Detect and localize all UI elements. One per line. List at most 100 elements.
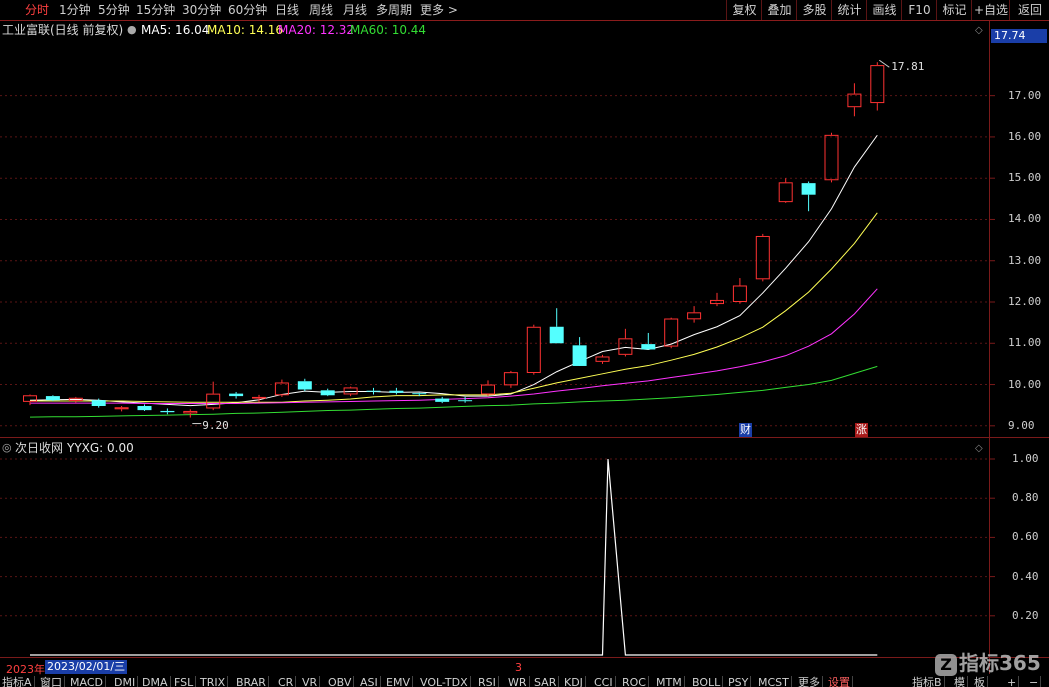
candle-body xyxy=(618,338,633,355)
candle xyxy=(137,404,152,411)
candle xyxy=(366,387,381,395)
sub-settings-icon[interactable]: ◎ xyxy=(2,439,12,457)
indicator-tab[interactable]: MACD xyxy=(68,676,106,687)
indicator-tabbar: 指标A 窗口 MACD DMI DMA FSL TRIX BRAR CR VR OBV ASI EMV V… xyxy=(0,676,1049,687)
candle xyxy=(503,370,518,388)
price-tick-label: 10.00 xyxy=(1008,377,1042,391)
watermark-logo-icon: Z xyxy=(935,653,957,676)
candle xyxy=(710,292,724,307)
candle xyxy=(870,62,885,111)
indicator-tab[interactable]: PSY xyxy=(726,676,752,687)
candle-body xyxy=(732,285,747,303)
candle xyxy=(114,406,129,412)
month-label: 3 xyxy=(515,661,522,674)
candle-body xyxy=(801,183,816,195)
indicator-value: YYXG: 0.00 xyxy=(67,441,134,455)
price-tick-label: 12.00 xyxy=(1008,295,1042,308)
diamond-icon[interactable]: ◇ xyxy=(975,440,983,458)
indicator-tab[interactable]: VOL-TDX xyxy=(418,676,471,687)
indicator-tab[interactable]: ROC xyxy=(620,676,649,687)
candle xyxy=(847,83,862,117)
indicator-tab[interactable]: EMV xyxy=(384,676,413,687)
candle-body xyxy=(549,326,564,344)
candle-body xyxy=(778,182,793,203)
price-tick-label: 13.00 xyxy=(1008,253,1042,267)
indicator-tab[interactable]: KDJ xyxy=(562,676,586,687)
indicator-tab[interactable]: 更多 xyxy=(796,676,823,687)
candle xyxy=(595,354,610,364)
price-axis-border xyxy=(989,21,990,674)
candle-body xyxy=(572,345,587,366)
price-tick-label: 15.00 xyxy=(1008,171,1042,185)
indicator-tab[interactable]: 模 xyxy=(952,676,968,687)
indicator-tab[interactable]: SAR xyxy=(532,676,560,687)
candle xyxy=(274,379,289,397)
indicator-tab[interactable]: WR xyxy=(506,676,530,687)
candle xyxy=(618,328,633,357)
candle-body xyxy=(412,393,427,395)
indicator-tick-label: 1.00 xyxy=(1012,452,1039,465)
limit-up-marker[interactable]: 涨 xyxy=(855,423,868,437)
indicator-tab[interactable]: CR xyxy=(276,676,297,687)
current-price-badge: 17.74 xyxy=(991,29,1047,43)
candle xyxy=(183,409,198,418)
candle xyxy=(572,337,587,366)
indicator-tab[interactable]: 窗口 xyxy=(38,676,65,687)
candle xyxy=(778,178,793,203)
indicator-tab[interactable]: ASI xyxy=(358,676,381,687)
indicator-tick-label: 0.60 xyxy=(1012,530,1039,544)
indicator-tab[interactable]: DMA xyxy=(140,676,171,687)
indicator-tab[interactable]: CCI xyxy=(592,676,616,687)
candle-body xyxy=(595,356,610,362)
candle xyxy=(481,380,495,397)
diamond-icon[interactable]: ◇ xyxy=(975,22,983,40)
indicator-tick-label: 0.80 xyxy=(1012,491,1039,505)
indicator-tab[interactable]: VR xyxy=(300,676,321,687)
ma60-line xyxy=(29,365,878,418)
indicator-tick-label: 0.20 xyxy=(1012,608,1039,622)
candle-body xyxy=(481,384,495,395)
candle-body xyxy=(252,396,266,399)
price-tick-label: 11.00 xyxy=(1008,336,1042,350)
indicator-tab[interactable]: 指标B xyxy=(910,676,945,687)
finance-marker[interactable]: 财 xyxy=(739,423,752,437)
indicator-tab[interactable]: TRIX xyxy=(198,676,229,687)
indicator-tab[interactable]: 指标A xyxy=(0,676,35,687)
candle xyxy=(229,391,244,399)
year-label: 2023年 xyxy=(6,663,45,676)
candle-body xyxy=(526,326,541,373)
kline-chart[interactable] xyxy=(0,0,1049,687)
candle xyxy=(732,278,747,304)
indicator-tab[interactable]: RSI xyxy=(476,676,499,687)
candle-body xyxy=(297,381,312,390)
indicator-tab[interactable]: 设置 xyxy=(826,676,853,687)
datebar-border xyxy=(0,657,1049,658)
indicator-tab[interactable]: FSL xyxy=(172,676,197,687)
candle xyxy=(801,181,816,212)
indicator-tab[interactable]: MTM xyxy=(654,676,685,687)
candle-body xyxy=(687,312,702,320)
zoom-out-button[interactable]: − xyxy=(1027,676,1042,687)
candle-body xyxy=(824,134,839,181)
candle xyxy=(160,408,175,415)
price-tick-label: 16.00 xyxy=(1008,129,1042,143)
price-tick-label: 9.00 xyxy=(1008,418,1035,432)
candle-body xyxy=(114,407,129,410)
indicator-tab[interactable]: DMI xyxy=(112,676,139,687)
indicator-tab[interactable]: BOLL xyxy=(690,676,724,687)
indicator-tab[interactable]: MCST xyxy=(756,676,792,687)
candle xyxy=(206,381,221,411)
price-tick-label: 14.00 xyxy=(1008,212,1042,226)
candle-body xyxy=(503,372,518,386)
indicator-tab[interactable]: 板 xyxy=(972,676,988,687)
candle-body xyxy=(137,406,152,411)
candle xyxy=(687,306,702,323)
low-price-label: 9.20 xyxy=(202,418,229,432)
zoom-in-button[interactable]: + xyxy=(1005,676,1020,687)
candle-body xyxy=(870,65,885,104)
candle xyxy=(458,396,473,403)
indicator-tab[interactable]: BRAR xyxy=(234,676,269,687)
indicator-tab[interactable]: OBV xyxy=(326,676,355,687)
candle-body xyxy=(229,393,244,397)
candle xyxy=(549,308,564,344)
